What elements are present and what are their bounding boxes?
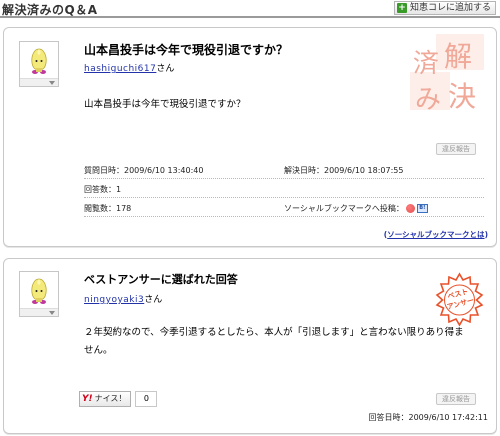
- question-body: 山本昌投手は今年で現役引退ですか？: [84, 99, 246, 110]
- question-panel: 山本昌投手は今年で現役引退ですか？ hashiguchi617さん 解 済 決 …: [3, 27, 497, 247]
- add-to-collection-label: 知恵コレに追加する: [409, 3, 491, 13]
- add-to-collection-button[interactable]: + 知恵コレに追加する: [393, 1, 496, 15]
- asker-line: hashiguchi617さん: [84, 64, 175, 74]
- question-info-row-2: 回答数：1: [84, 179, 484, 198]
- avatar-character-icon: [31, 48, 47, 74]
- answerer-avatar[interactable]: [19, 271, 59, 317]
- best-answer-body: ２年契約なので、今季引退するとしたら、本人が「引退します」と言わない限りあり得ま…: [84, 327, 464, 356]
- answer-report-button[interactable]: 違反報告: [436, 393, 476, 405]
- answered-at: 回答日時：2009/6/10 17:42:11: [368, 413, 489, 422]
- answer-count: 回答数：1: [84, 185, 122, 194]
- plus-icon: +: [396, 3, 407, 13]
- yahoo-y-icon: Y!: [82, 394, 93, 404]
- question-info-row-3: 閲覧数：178 ソーシャルブックマークへ投稿： B!: [84, 198, 484, 217]
- question-info-row-1: 質問日時：2009/6/10 13:40:40 解決日時：2009/6/10 1…: [84, 160, 484, 179]
- hatena-bookmark-icon[interactable]: B!: [416, 204, 428, 213]
- social-bookmark: ソーシャルブックマークへ投稿： B!: [284, 203, 428, 214]
- asker-avatar[interactable]: [19, 41, 59, 87]
- svg-text:済: 済: [413, 49, 439, 79]
- best-answer-panel: ベストアンサーに選ばれた回答 ningyoyaki3さん ベスト アンサー ２年…: [3, 258, 497, 434]
- asked-at: 質問日時：2009/6/10 13:40:40: [84, 166, 204, 175]
- best-answer-heading: ベストアンサーに選ばれた回答: [84, 273, 238, 286]
- svg-text:決: 決: [448, 80, 476, 113]
- bookmark-service-icon[interactable]: [405, 204, 415, 213]
- asker-link[interactable]: hashiguchi617: [84, 64, 156, 74]
- nice-area: Y! ナイス！ 0: [79, 391, 158, 407]
- resolved-stamp: 解 済 決 み: [410, 34, 484, 114]
- social-bookmark-help-link[interactable]: (ソーシャルブックマークとは): [384, 229, 488, 240]
- avatar-menu-arrow-icon[interactable]: [49, 81, 55, 85]
- svg-text:み: み: [415, 85, 441, 114]
- question-report-button[interactable]: 違反報告: [436, 143, 476, 155]
- best-answer-stamp: ベスト アンサー: [435, 272, 484, 327]
- page-header: 解決済みのQ＆A + 知恵コレに追加する: [0, 0, 500, 18]
- question-title: 山本昌投手は今年で現役引退ですか？: [84, 43, 289, 57]
- page-title: 解決済みのQ＆A: [2, 3, 98, 17]
- nice-count: 0: [135, 391, 158, 407]
- avatar-menu-arrow-icon[interactable]: [49, 311, 55, 315]
- view-count: 閲覧数：178: [84, 204, 132, 213]
- nice-button[interactable]: Y! ナイス！: [79, 391, 132, 407]
- answerer-link[interactable]: ningyoyaki3: [84, 295, 144, 305]
- svg-text:解: 解: [444, 40, 472, 73]
- resolved-at: 解決日時：2009/6/10 18:07:55: [284, 166, 404, 175]
- answerer-line: ningyoyaki3さん: [84, 295, 163, 305]
- avatar-character-icon: [31, 278, 47, 304]
